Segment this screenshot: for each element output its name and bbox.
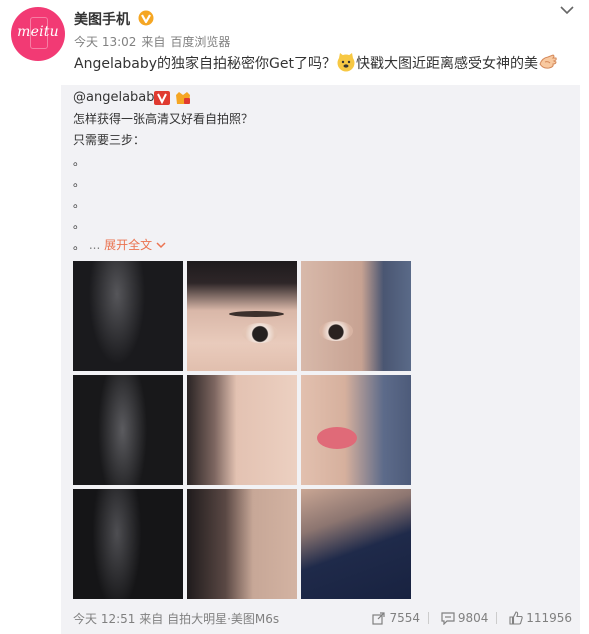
repost-count: 7554 xyxy=(389,610,420,625)
post-meta: 今天 13:02 来自 百度浏览器 xyxy=(74,33,235,50)
photo-tile-5[interactable] xyxy=(187,375,297,485)
photo-tile-3[interactable] xyxy=(301,261,411,371)
bullet-line: 。 xyxy=(73,154,86,168)
photo-tile-9[interactable] xyxy=(301,489,411,599)
repost-footer: 今天 12:51 来自 自拍大明星·美图M6s 7554 9804 111956 xyxy=(73,610,572,627)
doge-emoji-icon xyxy=(337,53,355,72)
repost-author[interactable]: @angelababy xyxy=(73,90,162,105)
expand-full-text-link[interactable]: 展开全文 xyxy=(104,238,152,252)
repost-badges xyxy=(154,90,191,109)
photo-tile-2[interactable] xyxy=(187,261,297,371)
member-crown-icon xyxy=(176,92,191,104)
chevron-down-icon[interactable] xyxy=(560,5,574,15)
like-count: 111956 xyxy=(526,610,572,625)
share-icon xyxy=(372,611,386,625)
bullet-line: 。 xyxy=(73,175,86,189)
reposted-content: @angelababy 怎样获得一张高清又好看自拍照？ 只需要三步： 。 。 。… xyxy=(61,85,580,634)
repost-button[interactable]: 7554 xyxy=(372,611,420,625)
thumbs-up-icon xyxy=(509,610,523,625)
weibo-post: meitu 美图手机 今天 13:02 来自 百度浏览器 Angelababy的独家… xyxy=(0,0,589,634)
ellipsis: ... xyxy=(88,238,101,252)
photo-grid xyxy=(73,261,411,600)
repost-actions: 7554 9804 111956 xyxy=(364,610,572,625)
comment-count: 9804 xyxy=(457,610,489,625)
repost-time[interactable]: 今天 12:51 xyxy=(73,612,135,626)
post-text-part-2: 快戳大图近距离感受女神的美 xyxy=(356,56,539,72)
chevron-down-icon[interactable] xyxy=(156,241,166,249)
photo-tile-1[interactable] xyxy=(73,261,183,371)
post-text-part-1: Angelababy的独家自拍秘密你Get了吗？ xyxy=(74,56,337,72)
meitu-logo: meitu xyxy=(17,24,59,40)
post-time[interactable]: 今天 13:02 xyxy=(74,35,136,49)
avatar[interactable]: meitu xyxy=(11,7,65,61)
divider xyxy=(427,611,429,624)
repost-source[interactable]: 自拍大明星·美图M6s xyxy=(167,612,279,626)
author-name[interactable]: 美图手机 xyxy=(74,9,130,29)
bullet-line: 。 xyxy=(73,217,86,231)
divider xyxy=(496,611,498,624)
clapping-hands-emoji-icon xyxy=(539,54,557,69)
like-button[interactable]: 111956 xyxy=(509,611,572,625)
photo-tile-6[interactable] xyxy=(301,375,411,485)
photo-tile-4[interactable] xyxy=(73,375,183,485)
bullet-line: 。 xyxy=(73,196,86,210)
verified-icon xyxy=(138,10,154,26)
repost-text-line-1: 怎样获得一张高清又好看自拍照？ xyxy=(73,112,254,126)
comment-icon xyxy=(441,611,455,625)
comment-button[interactable]: 9804 xyxy=(441,610,489,625)
verified-v-badge-icon xyxy=(154,91,170,105)
post-source[interactable]: 百度浏览器 xyxy=(170,35,230,49)
bullet-line-with-expand: 。 ... 展开全文 xyxy=(73,236,166,253)
photo-tile-7[interactable] xyxy=(73,489,183,599)
repost-meta: 今天 12:51 来自 自拍大明星·美图M6s xyxy=(73,610,279,627)
source-prefix: 来自 xyxy=(141,35,166,49)
photo-tile-8[interactable] xyxy=(187,489,297,599)
repost-source-prefix: 来自 xyxy=(139,612,164,626)
post-content: Angelababy的独家自拍秘密你Get了吗？ 快戳大图近距离感受女神的美 xyxy=(74,52,558,73)
last-bullet: 。 xyxy=(73,238,86,252)
repost-text-line-2: 只需要三步： xyxy=(73,133,146,147)
